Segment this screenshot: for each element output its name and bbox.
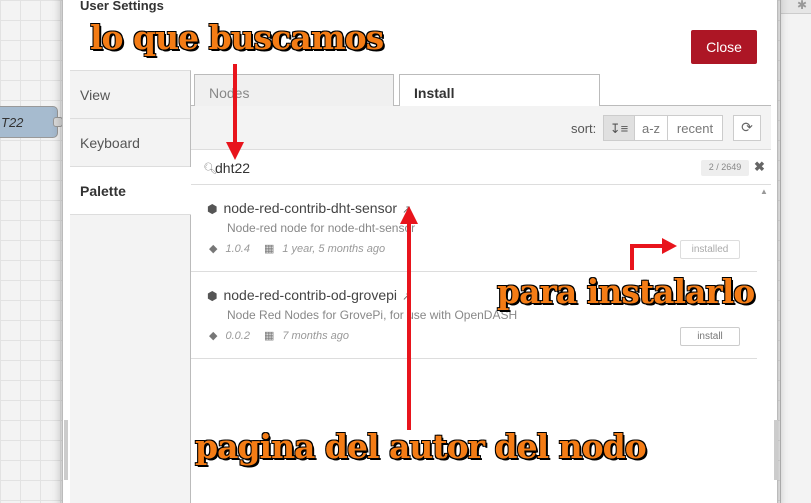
workspace-scrollbar-left[interactable] — [64, 420, 68, 480]
scroll-up-icon[interactable]: ▲ — [760, 187, 768, 196]
flow-node-label: T22 — [1, 115, 24, 130]
annotation-search: lo que buscamos — [90, 18, 384, 57]
external-link-icon[interactable]: ↗ — [402, 204, 411, 216]
list-item: ⬢ node-red-contrib-dht-sensor ↗ Node-red n… — [191, 185, 757, 272]
package-icon: ⬢ — [207, 289, 218, 303]
install-button[interactable]: install — [680, 327, 740, 346]
dialog-title: User Settings — [80, 0, 164, 13]
package-version: 0.0.2 — [225, 330, 250, 342]
calendar-icon: ▦ — [263, 243, 275, 255]
bug-icon[interactable]: ✱ — [797, 0, 807, 12]
sidebar-item-palette[interactable]: Palette — [70, 167, 191, 215]
sidebar-item-view[interactable]: View — [70, 71, 190, 119]
calendar-icon: ▦ — [263, 330, 275, 342]
right-sidebar: ✱ — [780, 0, 811, 503]
installed-button: installed — [680, 240, 740, 259]
sort-recent-button[interactable]: recent — [667, 115, 723, 141]
package-name: node-red-contrib-od-grovepi — [223, 287, 398, 303]
package-updated: 1 year, 5 months ago — [282, 243, 386, 255]
package-icon: ⬢ — [207, 202, 218, 216]
annotation-author: pagina del autor del nodo — [195, 427, 647, 466]
list-scrollbar[interactable]: ▲ — [757, 185, 771, 503]
flow-node[interactable]: T22 — [0, 106, 63, 138]
refresh-icon[interactable]: ⟳ — [733, 115, 761, 141]
search-input[interactable] — [215, 156, 695, 180]
package-description: Node Red Nodes for GrovePi, for use with… — [227, 308, 518, 322]
package-description: Node-red node for node-dht-sensor — [227, 221, 416, 235]
tab-nodes[interactable]: Nodes — [194, 74, 394, 106]
close-button[interactable]: Close — [691, 30, 757, 64]
result-count-badge: 2 / 2649 — [701, 160, 749, 176]
annotation-install: para instalarlo — [497, 272, 755, 311]
package-updated: 7 months ago — [282, 330, 349, 342]
external-link-icon[interactable]: ↗ — [402, 291, 411, 303]
tag-icon: ◆ — [209, 330, 218, 342]
workspace-scrollbar-right[interactable] — [774, 420, 778, 480]
tag-icon: ◆ — [209, 243, 218, 255]
tab-install[interactable]: Install — [399, 74, 600, 107]
sort-toolbar: sort: ↧≡ a-z recent ⟳ — [191, 106, 771, 150]
sort-az-button[interactable]: a-z — [634, 115, 668, 141]
search-bar: 🔍︎ 2 / 2649 ✖ — [191, 150, 771, 185]
sidebar-item-keyboard[interactable]: Keyboard — [70, 119, 190, 167]
clear-search-icon[interactable]: ✖ — [754, 159, 765, 175]
settings-sidebar: View Keyboard Palette — [70, 70, 191, 503]
sort-label: sort: — [571, 121, 597, 136]
palette-tabs: Nodes Install — [191, 70, 771, 107]
package-version: 1.0.4 — [225, 243, 250, 255]
package-name: node-red-contrib-dht-sensor — [223, 200, 398, 216]
sort-relevance-button[interactable]: ↧≡ — [603, 115, 635, 141]
